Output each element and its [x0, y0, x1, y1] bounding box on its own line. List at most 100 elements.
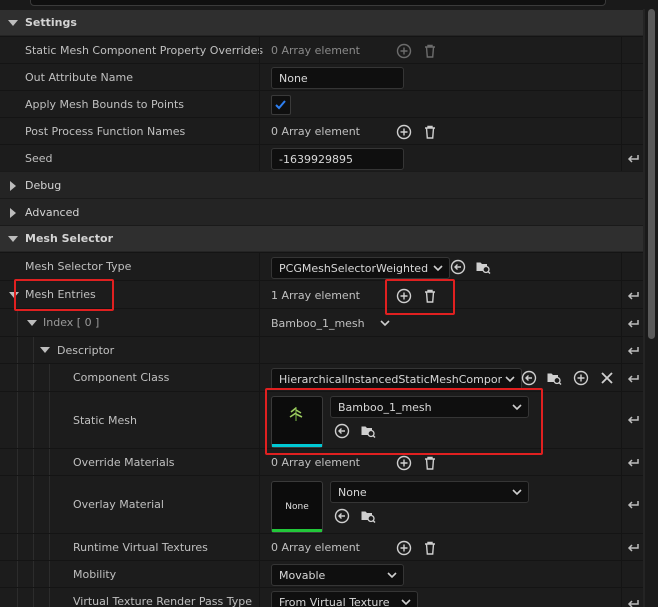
reset-to-default-icon[interactable]: [626, 598, 640, 607]
property-label: Overlay Material: [73, 498, 164, 511]
row-out-attribute-name: Out Attribute Name None: [0, 63, 643, 90]
property-label: Static Mesh: [73, 413, 137, 427]
seed-input[interactable]: -1639929895: [271, 148, 404, 170]
array-count: 0 Array element: [271, 541, 360, 554]
property-label: Override Materials: [73, 455, 175, 469]
mesh-selector-type-dropdown[interactable]: PCGMeshSelectorWeighted: [271, 257, 450, 279]
settings-icon[interactable]: [618, 0, 632, 7]
clear-array-icon[interactable]: [422, 43, 438, 59]
reset-to-default-icon[interactable]: [626, 373, 640, 385]
row-descriptor: Descriptor: [0, 336, 643, 364]
dropdown-value: From Virtual Texture: [279, 595, 390, 607]
section-title: Mesh Selector: [25, 232, 113, 245]
reset-to-default-icon[interactable]: [626, 153, 640, 165]
row-component-class: Component Class HierarchicalInstancedSta…: [0, 363, 643, 392]
property-label: Apply Mesh Bounds to Points: [25, 97, 185, 111]
dropdown-value: PCGMeshSelectorWeighted: [279, 261, 429, 275]
clear-icon[interactable]: [599, 370, 615, 386]
add-icon[interactable]: [573, 370, 589, 386]
property-label: Static Mesh Component Property Overrides: [25, 43, 264, 57]
row-mesh-selector-type: Mesh Selector Type PCGMeshSelectorWeight…: [0, 252, 643, 280]
browse-folder-icon[interactable]: [475, 259, 491, 275]
collapse-arrow-icon: [8, 236, 18, 242]
thumbnail-label: None: [285, 502, 309, 512]
section-title: Settings: [25, 16, 77, 29]
highlight-static-mesh: [265, 388, 543, 455]
row-static-mesh-overrides: Static Mesh Component Property Overrides…: [0, 36, 643, 63]
row-mobility: Mobility Movable: [0, 560, 643, 588]
add-element-icon[interactable]: [396, 540, 412, 556]
section-title: Debug: [25, 179, 62, 192]
section-mesh-selector[interactable]: Mesh Selector: [0, 225, 643, 251]
use-selected-icon[interactable]: [521, 370, 537, 386]
property-label: Post Process Function Names: [25, 124, 186, 138]
expand-arrow-icon: [10, 208, 16, 218]
reset-to-default-icon[interactable]: [626, 499, 640, 511]
chevron-down-icon[interactable]: [378, 318, 392, 330]
add-element-icon[interactable]: [396, 124, 412, 140]
clear-array-icon[interactable]: [422, 124, 438, 140]
chevron-down-icon: [505, 376, 515, 383]
array-count: 1 Array element: [271, 289, 360, 302]
row-post-process-functions: Post Process Function Names 0 Array elem…: [0, 117, 643, 144]
chevron-down-icon: [401, 599, 411, 606]
checkmark-icon: [275, 100, 286, 110]
chevron-down-icon: [433, 265, 443, 272]
chevron-down-icon: [512, 489, 522, 496]
reset-to-default-icon[interactable]: [626, 318, 640, 330]
component-class-dropdown[interactable]: HierarchicalInstancedStaticMeshCompor: [271, 368, 522, 390]
browse-folder-icon[interactable]: [546, 370, 562, 386]
section-advanced[interactable]: Advanced: [0, 198, 643, 225]
row-runtime-virtual-textures: Runtime Virtual Textures 0 Array element: [0, 533, 643, 561]
array-count: 0 Array element: [271, 125, 360, 138]
section-debug[interactable]: Debug: [0, 171, 643, 198]
dropdown-value: None: [338, 485, 367, 499]
reset-to-default-icon[interactable]: [626, 457, 640, 469]
add-element-icon[interactable]: [396, 43, 412, 59]
clear-array-icon[interactable]: [422, 455, 438, 471]
apply-bounds-checkbox[interactable]: [271, 95, 291, 115]
row-index-0: Index [ 0 ] Bamboo_1_mesh: [0, 308, 643, 337]
expand-arrow-icon: [10, 181, 16, 191]
reset-to-default-icon[interactable]: [626, 414, 640, 426]
row-seed: Seed -1639929895: [0, 144, 643, 171]
scrollbar-thumb[interactable]: [648, 9, 655, 339]
property-label: Component Class: [73, 371, 170, 384]
property-label: Descriptor: [57, 343, 115, 357]
out-attribute-input[interactable]: None: [271, 67, 404, 89]
row-apply-mesh-bounds: Apply Mesh Bounds to Points: [0, 90, 643, 117]
index-value: Bamboo_1_mesh: [271, 317, 365, 330]
property-label: Mobility: [73, 567, 117, 581]
collapse-arrow-icon[interactable]: [40, 347, 50, 353]
options-icon[interactable]: [636, 0, 650, 7]
clear-array-icon[interactable]: [422, 540, 438, 556]
material-thumbnail[interactable]: None: [271, 481, 323, 533]
asset-type-bar: [272, 529, 322, 532]
property-label: Mesh Selector Type: [25, 260, 132, 273]
mobility-dropdown[interactable]: Movable: [271, 564, 404, 586]
browse-folder-icon[interactable]: [360, 508, 376, 524]
dropdown-value: Movable: [279, 568, 326, 582]
chevron-down-icon: [387, 572, 397, 579]
reset-to-default-icon[interactable]: [626, 345, 640, 357]
overlay-material-dropdown[interactable]: None: [330, 481, 529, 503]
array-count: 0 Array element: [271, 44, 360, 57]
property-label: Out Attribute Name: [25, 70, 133, 84]
vt-render-pass-dropdown[interactable]: From Virtual Texture: [271, 591, 418, 607]
row-vt-render-pass-type: Virtual Texture Render Pass Type From Vi…: [0, 587, 643, 607]
use-selected-icon[interactable]: [334, 508, 350, 524]
property-label: Runtime Virtual Textures: [73, 540, 208, 554]
highlight-mesh-entries: [14, 279, 114, 311]
use-selected-icon[interactable]: [450, 259, 466, 275]
highlight-array-buttons: [385, 279, 455, 315]
collapse-arrow-icon[interactable]: [27, 320, 37, 326]
reset-to-default-icon[interactable]: [626, 542, 640, 554]
reset-to-default-icon[interactable]: [626, 290, 640, 302]
section-settings[interactable]: Settings: [0, 9, 643, 35]
row-overlay-material: Overlay Material None None: [0, 475, 643, 534]
property-label: Virtual Texture Render Pass Type: [73, 595, 252, 607]
property-label: Index [ 0 ]: [43, 316, 100, 329]
search-input[interactable]: [30, 0, 606, 6]
section-title: Advanced: [25, 206, 80, 219]
add-element-icon[interactable]: [396, 455, 412, 471]
